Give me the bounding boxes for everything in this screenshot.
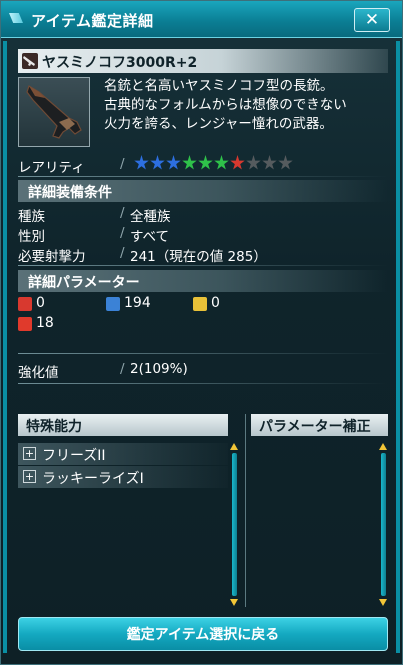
abilities-panel: 特殊能力 + フリーズII + ラッキーライズI パラメーター補正 [18, 414, 388, 607]
title-bar: アイテム鑑定詳細 ✕ [1, 1, 402, 38]
parameter-bonus-header: パラメーター補正 [251, 414, 388, 436]
rarity-star-icon [198, 155, 213, 170]
grind-label: 強化値 [18, 365, 59, 381]
description-line: 火力を誇る、レンジャー憧れの武器。 [104, 116, 333, 132]
divider [18, 353, 388, 354]
expand-icon[interactable]: + [23, 447, 36, 460]
scroll-up-arrow-icon[interactable] [379, 443, 387, 450]
rarity-row: レアリティ / [18, 155, 388, 176]
scroll-up-arrow-icon[interactable] [230, 443, 238, 450]
title-decoration-icon [9, 13, 23, 23]
item-image [18, 77, 90, 147]
ability-name: フリーズII [42, 448, 106, 464]
scroll-down-arrow-icon[interactable] [379, 599, 387, 606]
ranged-attack-value: 194 [124, 295, 151, 311]
back-to-selection-button[interactable]: 鑑定アイテム選択に戻る [18, 617, 388, 651]
grind-value: 2(109%) [130, 361, 188, 377]
technique-attack-icon [193, 297, 207, 311]
required-ranged-label: 必要射撃力 [18, 249, 86, 265]
element-fire-icon [18, 317, 32, 331]
frame-right [396, 41, 400, 653]
section-title: パラメーター補正 [259, 419, 371, 435]
scroll-track[interactable] [232, 453, 237, 596]
column-divider [245, 414, 246, 607]
window-title: アイテム鑑定詳細 [31, 12, 154, 30]
rarity-star-icon [134, 155, 149, 170]
melee-attack-icon [18, 297, 32, 311]
divider [18, 176, 388, 177]
section-title: 詳細装備条件 [28, 185, 112, 201]
rarity-star-icon [278, 155, 293, 170]
race-value: 全種族 [130, 209, 171, 225]
rarity-stars [134, 155, 293, 171]
expand-icon[interactable]: + [23, 470, 36, 483]
rifle-icon [22, 53, 38, 69]
gender-value: すべて [130, 229, 170, 245]
description-line: 古典的なフォルムからは想像のできない [104, 97, 347, 113]
required-ranged-value: 241（現在の値 285） [130, 249, 267, 265]
rarity-star-icon [214, 155, 229, 170]
item-name-bar: ヤスミノコフ3000R+2 [18, 49, 388, 73]
item-appraisal-window: アイテム鑑定詳細 ✕ ヤスミノコフ3000R+2 名銃と名高いヤスミノコフ型の長… [0, 0, 403, 665]
separator-slash: / [120, 205, 125, 221]
rarity-star-icon [262, 155, 277, 170]
ability-row[interactable]: + フリーズII [18, 443, 228, 465]
required-ranged-row: 必要射撃力 / 241（現在の値 285） [18, 244, 388, 265]
bonus-scrollbar[interactable] [379, 443, 388, 606]
rarity-star-icon [150, 155, 165, 170]
rarity-star-icon [230, 155, 245, 170]
ability-name: ラッキーライズI [42, 471, 144, 487]
melee-attack-value: 0 [36, 295, 45, 311]
grind-row: 強化値 / 2(109%) [18, 360, 388, 381]
close-button[interactable]: ✕ [354, 8, 390, 32]
abilities-scrollbar[interactable] [230, 443, 239, 606]
race-row: 種族 / 全種族 [18, 204, 388, 225]
element-value: 18 [36, 315, 54, 331]
frame-left [3, 41, 7, 653]
gender-row: 性別 / すべて [18, 224, 388, 245]
equip-conditions-header: 詳細装備条件 [18, 180, 388, 202]
section-title: 詳細パラメーター [28, 275, 140, 291]
race-label: 種族 [18, 209, 45, 225]
divider [18, 265, 388, 266]
scroll-down-arrow-icon[interactable] [230, 599, 238, 606]
rarity-star-icon [166, 155, 181, 170]
item-name: ヤスミノコフ3000R+2 [42, 55, 198, 71]
separator-slash: / [120, 245, 125, 261]
description-line: 名銃と名高いヤスミノコフ型の長銃。 [104, 78, 334, 94]
divider [18, 383, 388, 384]
technique-attack-value: 0 [211, 295, 220, 311]
separator-slash: / [120, 156, 125, 172]
ability-row[interactable]: + ラッキーライズI [18, 466, 228, 488]
scroll-track[interactable] [381, 453, 386, 596]
rarity-label: レアリティ [18, 160, 85, 176]
item-description: 名銃と名高いヤスミノコフ型の長銃。 古典的なフォルムからは想像のできない 火力を… [104, 77, 384, 134]
special-abilities-header: 特殊能力 [18, 414, 228, 436]
rarity-star-icon [182, 155, 197, 170]
ranged-attack-icon [106, 297, 120, 311]
section-title: 特殊能力 [26, 419, 82, 435]
parameters-header: 詳細パラメーター [18, 270, 388, 292]
rarity-star-icon [246, 155, 261, 170]
separator-slash: / [120, 361, 125, 377]
gender-label: 性別 [18, 229, 45, 245]
separator-slash: / [120, 225, 125, 241]
